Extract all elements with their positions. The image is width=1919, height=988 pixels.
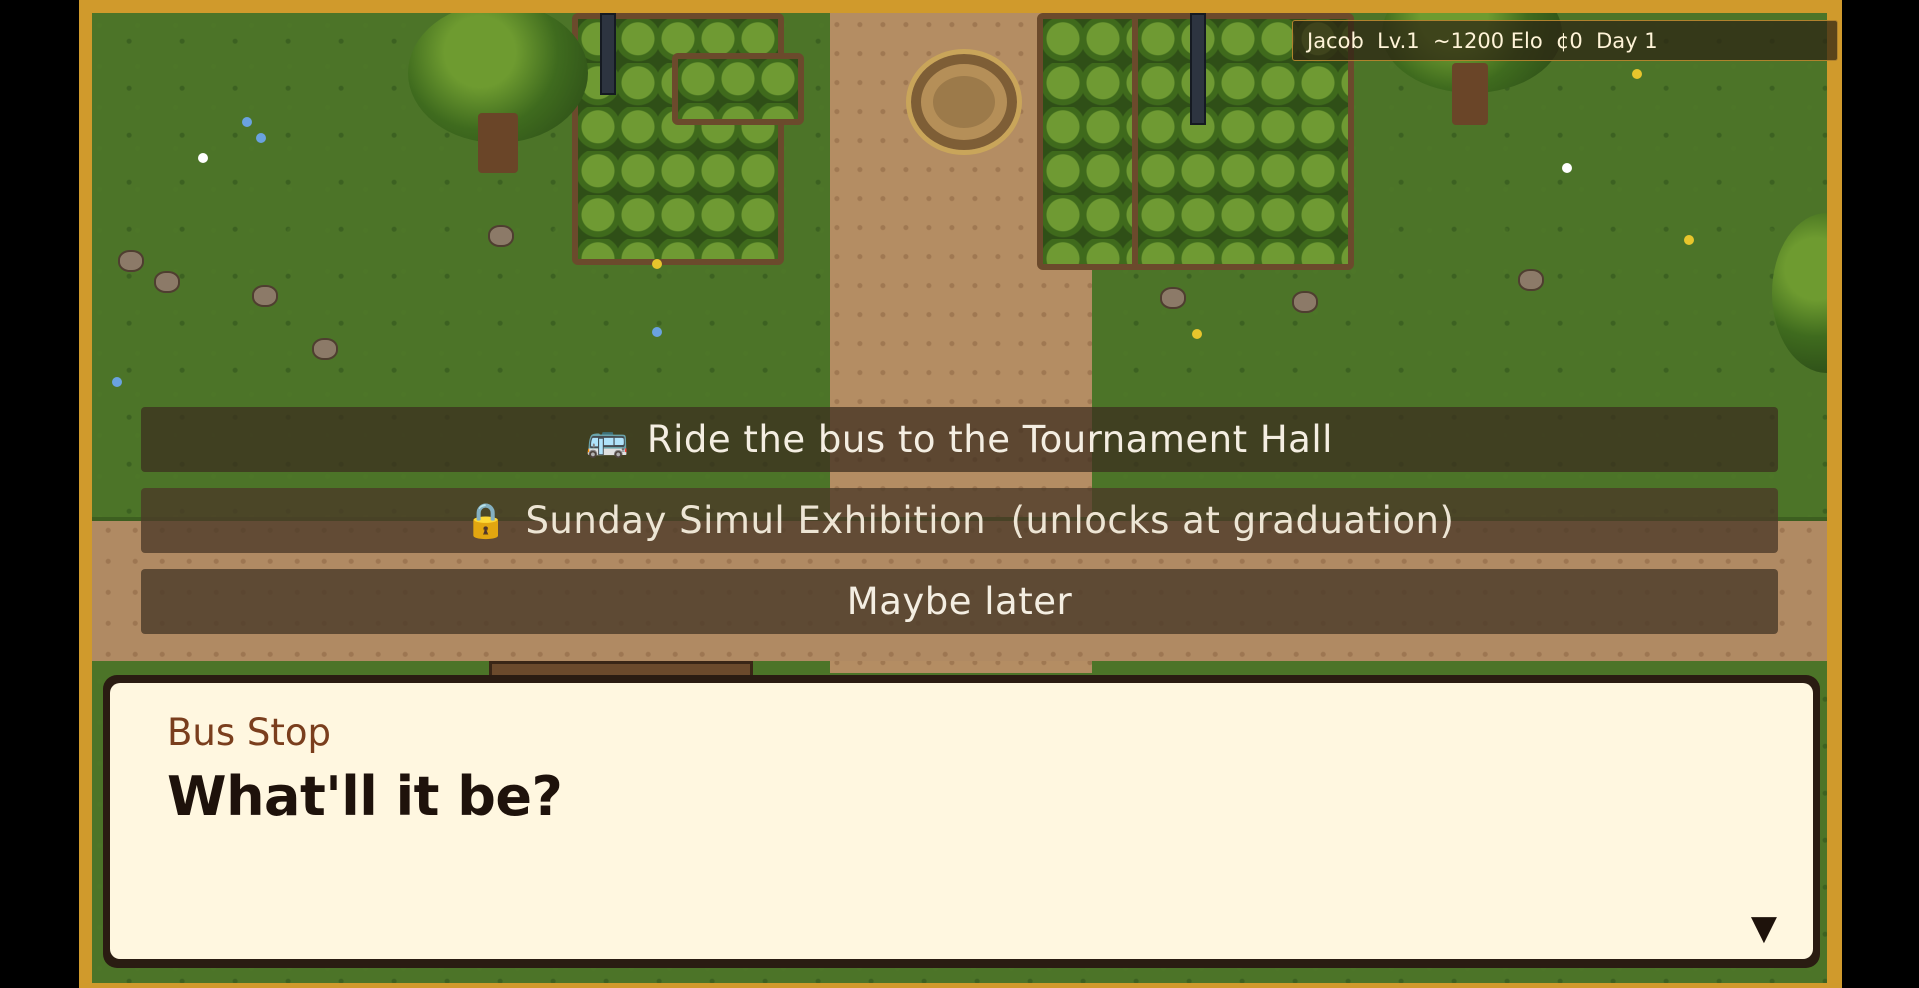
hud-status-text: Jacob Lv.1 ~1200 Elo ¢0 Day 1 — [1307, 28, 1658, 53]
choice-simul-exhibition-locked[interactable]: 🔒 Sunday Simul Exhibition (unlocks at gr… — [141, 488, 1778, 553]
choice-maybe-later[interactable]: Maybe later — [141, 569, 1778, 634]
rock — [312, 338, 338, 360]
tree-edge — [1772, 213, 1827, 373]
rock — [1292, 291, 1318, 313]
rock — [252, 285, 278, 307]
speaker-name: Bus Stop — [167, 711, 331, 754]
choice-ride-bus[interactable]: 🚌 Ride the bus to the Tournament Hall — [141, 407, 1778, 472]
rock — [488, 225, 514, 247]
flower — [652, 327, 662, 337]
flower — [1684, 235, 1694, 245]
lock-icon: 🔒 — [464, 500, 508, 541]
rock — [1518, 269, 1544, 291]
flower — [198, 153, 208, 163]
rock — [118, 250, 144, 272]
dialog-box[interactable]: Bus Stop What'll it be? ▼ — [103, 675, 1820, 968]
flower — [1192, 329, 1202, 339]
advance-arrow-icon[interactable]: ▼ — [1751, 911, 1777, 945]
rock — [1160, 287, 1186, 309]
flower — [652, 259, 662, 269]
rock — [154, 271, 180, 293]
choice-label: Ride the bus to the Tournament Hall — [646, 418, 1333, 461]
lamp-post-right — [1190, 13, 1206, 125]
fountain — [906, 49, 1022, 155]
choice-label: Maybe later — [846, 580, 1073, 623]
bus-icon: 🚌 — [586, 419, 629, 460]
flower — [112, 377, 122, 387]
choice-label: Sunday Simul Exhibition (unlocks at grad… — [525, 499, 1455, 542]
tree-trunk-left — [478, 113, 518, 173]
lamp-post-left — [600, 13, 616, 95]
flower — [1632, 69, 1642, 79]
tree-trunk-right — [1452, 63, 1488, 125]
flower — [242, 117, 252, 127]
flower — [1562, 163, 1572, 173]
status-hud: Jacob Lv.1 ~1200 Elo ¢0 Day 1 — [1292, 20, 1838, 61]
flower — [256, 133, 266, 143]
dialog-panel: Bus Stop What'll it be? ▼ — [110, 683, 1813, 959]
hedge-planter-left-small — [672, 53, 804, 125]
dialog-text: What'll it be? — [167, 765, 563, 828]
